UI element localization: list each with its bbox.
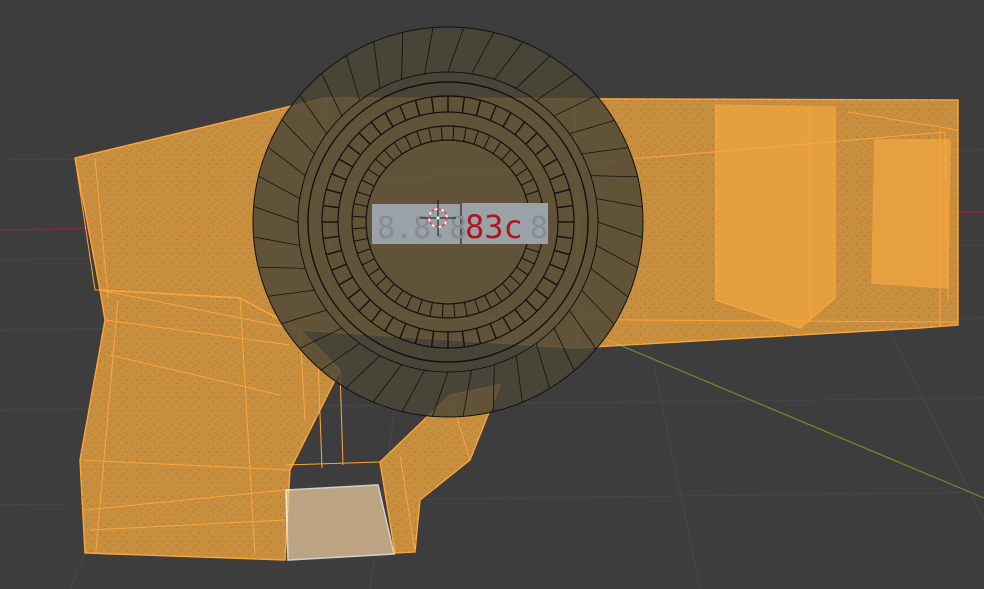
lit-digits: 83c — [465, 208, 523, 246]
unlit-digits: 8.8.8 — [377, 211, 467, 246]
ghost-trailing-digit: 8 — [530, 211, 548, 246]
3d-viewport[interactable]: 8.8.8 83c 8 — [0, 0, 984, 589]
y-axis-line — [559, 319, 984, 499]
active-face[interactable] — [285, 484, 395, 561]
